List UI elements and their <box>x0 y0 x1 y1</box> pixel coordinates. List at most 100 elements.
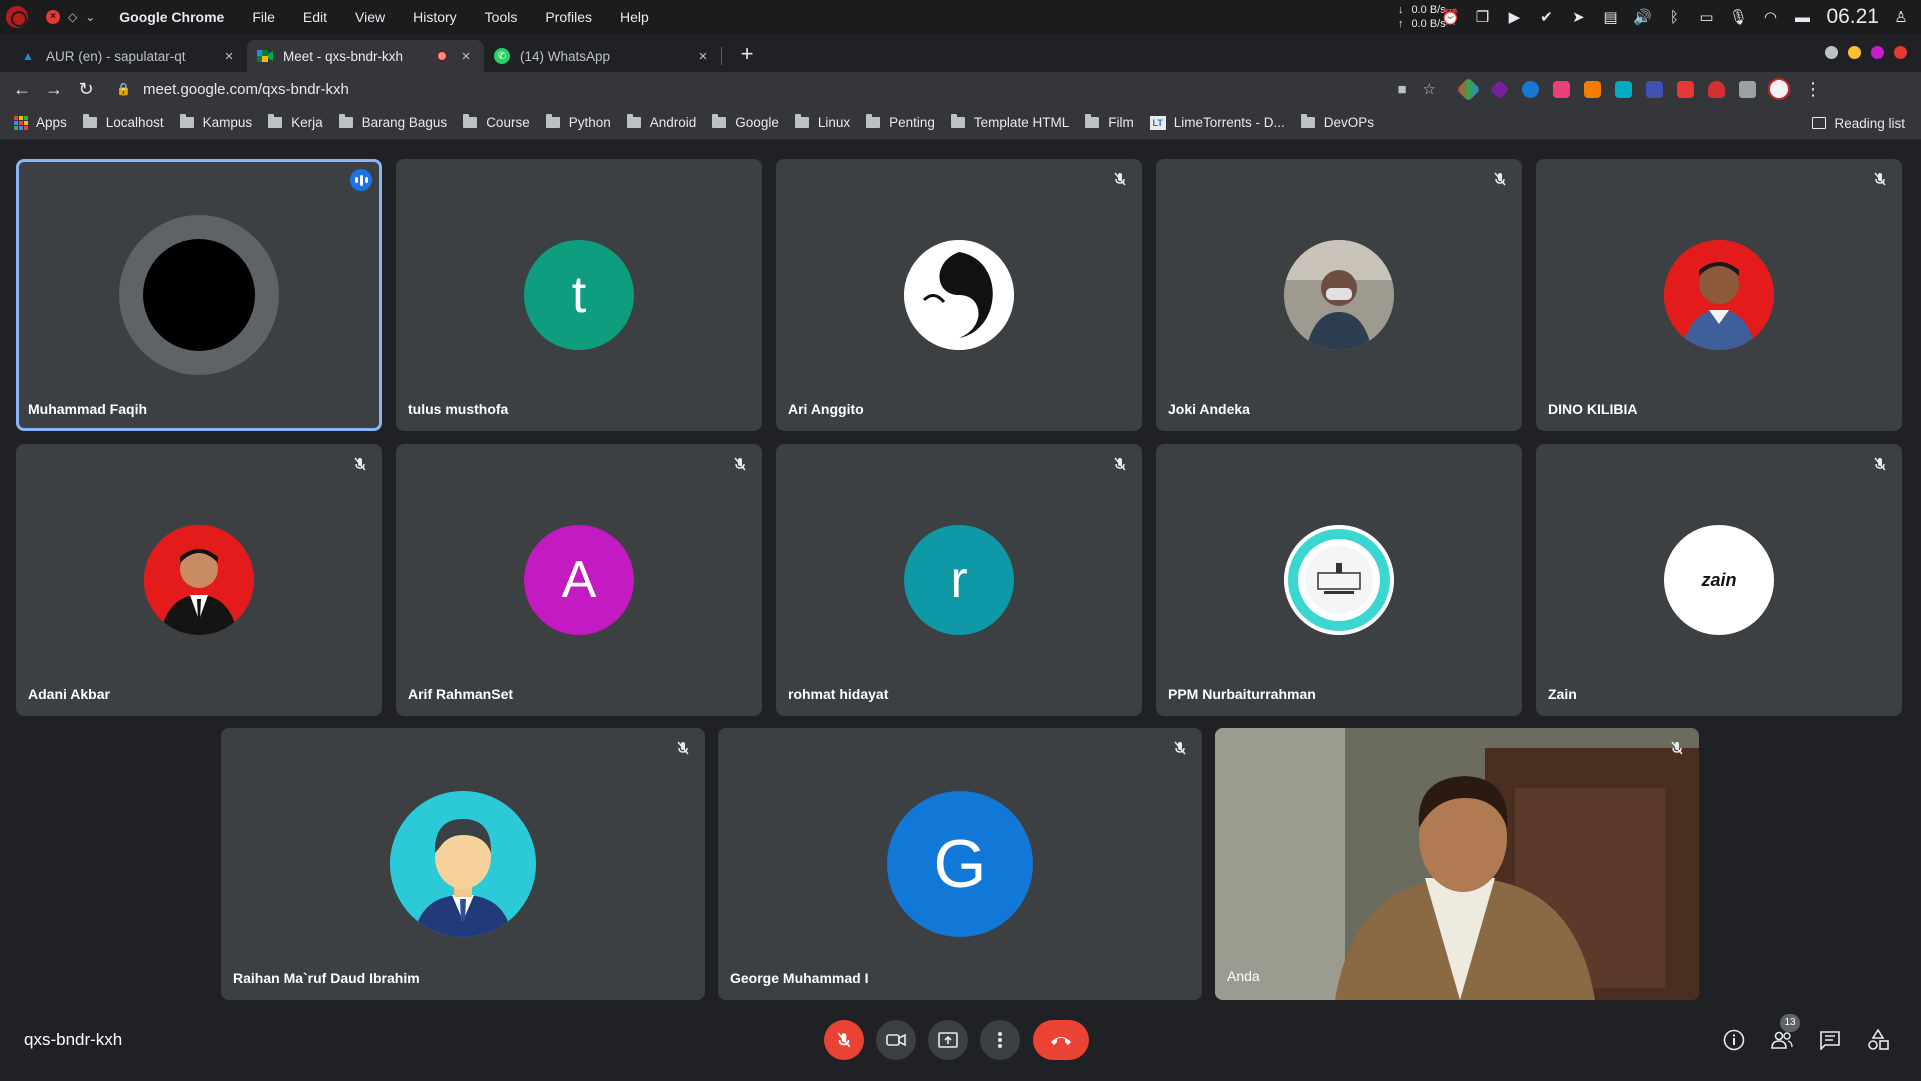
window-yellow-icon[interactable] <box>1848 46 1861 59</box>
reading-list-button[interactable]: Reading list <box>1812 106 1905 140</box>
camera-in-use-icon[interactable]: ■ <box>1397 81 1406 98</box>
folder-icon <box>179 114 194 128</box>
participant-tile[interactable]: Ari Anggito <box>776 159 1142 431</box>
address-bar[interactable]: 🔒 meet.google.com/qxs-bndr-kxh ■ ☆ <box>116 75 1446 103</box>
clipboard-icon[interactable]: ▤ <box>1600 8 1620 26</box>
participant-tile[interactable]: t tulus musthofa <box>396 159 762 431</box>
tab-close-icon[interactable]: × <box>221 48 237 65</box>
bookmark-folder-google[interactable]: Google <box>712 114 779 130</box>
bookmark-folder-penting[interactable]: Penting <box>866 114 935 130</box>
menu-edit[interactable]: Edit <box>289 9 341 25</box>
display-icon[interactable]: ▭ <box>1696 8 1716 26</box>
browser-menu-icon[interactable]: ⋮ <box>1804 79 1822 100</box>
tab-close-icon[interactable]: × <box>458 48 474 65</box>
tab-aur[interactable]: ▲ AUR (en) - sapulatar-qt × <box>10 40 247 72</box>
alarm-icon[interactable]: ⏰ <box>1440 8 1460 26</box>
tab-close-icon[interactable]: × <box>695 48 711 65</box>
participant-tile[interactable]: G George Muhammad I <box>718 728 1202 1000</box>
bookmark-apps[interactable]: Apps <box>14 115 67 130</box>
os-logo-icon[interactable] <box>6 6 28 28</box>
user-icon[interactable]: ♙ <box>1891 8 1911 26</box>
lock-icon[interactable]: 🔒 <box>116 82 131 96</box>
bookmark-folder-localhost[interactable]: Localhost <box>82 114 164 130</box>
meeting-code[interactable]: qxs-bndr-kxh <box>24 1030 122 1050</box>
participant-tile[interactable]: DINO KILIBIA <box>1536 159 1902 431</box>
new-tab-button[interactable]: + <box>734 41 760 67</box>
extensions-puzzle-icon[interactable] <box>1739 80 1756 98</box>
chat-button[interactable] <box>1818 1028 1842 1052</box>
system-top-bar: × ◇ ⌄ Google Chrome File Edit View Histo… <box>0 0 1921 34</box>
self-video-tile[interactable]: Anda <box>1215 728 1699 1000</box>
back-arrow-icon[interactable]: ← <box>6 75 38 103</box>
extension-pink-icon[interactable] <box>1553 80 1570 98</box>
menu-file[interactable]: File <box>238 9 289 25</box>
tab-whatsapp[interactable]: ✆ (14) WhatsApp × <box>484 40 721 72</box>
url-text[interactable]: meet.google.com/qxs-bndr-kxh <box>143 81 349 98</box>
participant-tile[interactable]: Muhammad Faqih <box>16 159 382 431</box>
participant-name: Anda <box>1227 968 1260 984</box>
participant-tile[interactable]: r rohmat hidayat <box>776 444 1142 716</box>
reload-icon[interactable]: ↻ <box>70 75 102 103</box>
media-play-icon[interactable]: ▶ <box>1504 8 1524 26</box>
menu-help[interactable]: Help <box>606 9 663 25</box>
forward-arrow-icon[interactable]: → <box>38 75 70 103</box>
more-options-button[interactable] <box>980 1020 1020 1060</box>
extension-blue-globe-icon[interactable] <box>1522 80 1539 98</box>
activities-button[interactable] <box>1866 1028 1890 1052</box>
bookmark-folder-android[interactable]: Android <box>626 114 696 130</box>
present-screen-button[interactable] <box>928 1020 968 1060</box>
leave-call-button[interactable] <box>1033 1020 1089 1060</box>
extension-orange-icon[interactable] <box>1584 80 1601 98</box>
app-name[interactable]: Google Chrome <box>109 9 238 25</box>
wifi-icon[interactable]: ◠ <box>1760 8 1780 26</box>
bookmark-limetorrents[interactable]: LT LimeTorrents - D... <box>1149 115 1285 130</box>
participant-tile[interactable]: zain Zain <box>1536 444 1902 716</box>
menu-tools[interactable]: Tools <box>471 9 532 25</box>
bluetooth-icon[interactable]: ᛒ <box>1664 8 1684 26</box>
bookmark-folder-python[interactable]: Python <box>545 114 611 130</box>
menu-profiles[interactable]: Profiles <box>531 9 606 25</box>
meet-control-bar: qxs-bndr-kxh 13 <box>0 1006 1921 1081</box>
tab-meet[interactable]: Meet - qxs-bndr-kxh × <box>247 40 484 72</box>
bookmark-folder-course[interactable]: Course <box>463 114 530 130</box>
extension-colorful-icon[interactable] <box>1456 76 1481 102</box>
window-pin-icon[interactable]: ◇ <box>68 10 77 24</box>
bookmark-folder-template-html[interactable]: Template HTML <box>950 114 1069 130</box>
extension-translate-icon[interactable] <box>1646 80 1663 98</box>
window-minimize-icon[interactable] <box>1825 46 1838 59</box>
window-close-button-icon[interactable] <box>1894 46 1907 59</box>
toggle-mic-button[interactable] <box>824 1020 864 1060</box>
bookmark-folder-film[interactable]: Film <box>1085 114 1134 130</box>
profile-avatar[interactable] <box>1768 78 1790 100</box>
telegram-icon[interactable]: ➤ <box>1568 8 1588 26</box>
extension-purple-icon[interactable] <box>1489 79 1510 99</box>
window-menu-chevron-icon[interactable]: ⌄ <box>85 10 95 24</box>
battery-icon[interactable]: ▬ <box>1792 8 1812 26</box>
bookmark-folder-kerja[interactable]: Kerja <box>268 114 323 130</box>
participant-tile[interactable]: Raihan Ma`ruf Daud Ibrahim <box>221 728 705 1000</box>
toggle-camera-button[interactable] <box>876 1020 916 1060</box>
microphone-icon[interactable]: 🎙 <box>1728 8 1748 26</box>
extension-cyan-icon[interactable] <box>1615 80 1632 98</box>
bookmark-folder-devops[interactable]: DevOPs <box>1300 114 1374 130</box>
bookmark-folder-kampus[interactable]: Kampus <box>179 114 252 130</box>
bookmark-folder-barang-bagus[interactable]: Barang Bagus <box>338 114 447 130</box>
bookmark-folder-linux[interactable]: Linux <box>794 114 850 130</box>
window-close-icon[interactable]: × <box>46 10 60 24</box>
windows-icon[interactable]: ❐ <box>1472 8 1492 26</box>
menu-history[interactable]: History <box>399 9 471 25</box>
extension-youtube-icon[interactable] <box>1677 80 1694 98</box>
folder-icon <box>268 114 283 128</box>
volume-icon[interactable]: 🔊 <box>1632 8 1652 26</box>
participant-tile[interactable]: A Arif RahmanSet <box>396 444 762 716</box>
menu-view[interactable]: View <box>341 9 399 25</box>
window-maximize-icon[interactable] <box>1871 46 1884 59</box>
meeting-details-button[interactable] <box>1722 1028 1746 1052</box>
bookmark-star-icon[interactable]: ☆ <box>1423 80 1436 98</box>
clock[interactable]: 06.21 <box>1826 5 1879 29</box>
participant-tile[interactable]: PPM Nurbaiturrahman <box>1156 444 1522 716</box>
participant-tile[interactable]: Joki Andeka <box>1156 159 1522 431</box>
extension-red-shield-icon[interactable] <box>1708 80 1725 98</box>
participant-tile[interactable]: Adani Akbar <box>16 444 382 716</box>
check-circle-icon[interactable]: ✔ <box>1536 8 1556 26</box>
